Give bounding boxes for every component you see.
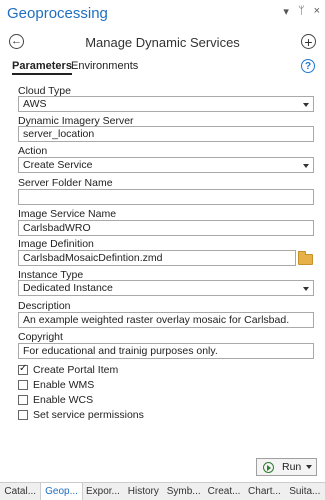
enable-wms-option[interactable]: Enable WMS xyxy=(18,379,94,391)
set-service-permissions-option[interactable]: Set service permissions xyxy=(18,409,144,421)
tool-header: ← Manage Dynamic Services + xyxy=(0,28,325,54)
options-dropdown-icon[interactable]: ▾ xyxy=(283,5,289,18)
pane-title-bar: Geoprocessing ▾ ᛘ × xyxy=(0,0,325,26)
enable-wcs-checkbox[interactable] xyxy=(18,395,28,405)
enable-wcs-label: Enable WCS xyxy=(33,394,94,406)
set-service-permissions-label: Set service permissions xyxy=(33,409,144,421)
tab-suitability[interactable]: Suita... xyxy=(285,483,325,500)
image-service-name-label: Image Service Name xyxy=(18,208,117,220)
bottom-pane-tabs: Catal... Geop... Expor... History Symb..… xyxy=(0,482,325,500)
tab-catalog[interactable]: Catal... xyxy=(0,483,40,500)
server-folder-name-input[interactable] xyxy=(18,189,314,205)
enable-wcs-option[interactable]: Enable WCS xyxy=(18,394,93,406)
cloud-type-select[interactable]: AWS xyxy=(18,96,314,112)
copyright-label: Copyright xyxy=(18,331,63,343)
set-service-permissions-checkbox[interactable] xyxy=(18,410,28,420)
description-input[interactable]: An example weighted raster overlay mosai… xyxy=(18,312,314,328)
enable-wms-label: Enable WMS xyxy=(33,379,95,391)
tool-tabs: Parameters Environments ? xyxy=(0,58,325,78)
pane-controls: ▾ ᛘ × xyxy=(283,5,320,18)
browse-folder-icon[interactable] xyxy=(298,251,313,265)
image-service-name-input[interactable]: CarlsbadWRO xyxy=(18,220,314,236)
enable-wms-checkbox[interactable] xyxy=(18,380,28,390)
tab-history[interactable]: History xyxy=(123,483,163,500)
action-label: Action xyxy=(18,145,48,157)
create-portal-item-option[interactable]: Create Portal Item xyxy=(18,363,119,376)
run-options-chevron-down-icon[interactable] xyxy=(306,465,312,469)
create-portal-item-label: Create Portal Item xyxy=(33,364,119,376)
run-button[interactable]: Run xyxy=(256,458,317,476)
tool-title: Manage Dynamic Services xyxy=(85,35,240,50)
run-label: Run xyxy=(282,461,302,473)
action-select[interactable]: Create Service xyxy=(18,157,314,173)
tab-environments[interactable]: Environments xyxy=(71,60,138,72)
run-play-icon xyxy=(263,461,274,473)
tab-symbology[interactable]: Symb... xyxy=(164,483,204,500)
tab-export[interactable]: Expor... xyxy=(83,483,123,500)
close-icon[interactable]: × xyxy=(314,5,320,18)
dynamic-imagery-server-input[interactable]: server_location xyxy=(18,126,314,142)
image-definition-input[interactable]: CarlsbadMosaicDefintion.zmd xyxy=(18,250,296,266)
pin-icon[interactable]: ᛘ xyxy=(298,5,305,18)
tab-chart[interactable]: Chart... xyxy=(244,483,284,500)
plus-icon[interactable]: + xyxy=(301,34,316,49)
instance-type-select[interactable]: Dedicated Instance xyxy=(18,280,314,296)
create-portal-item-checkbox[interactable] xyxy=(18,363,28,375)
tab-parameters[interactable]: Parameters xyxy=(12,60,72,75)
copyright-input[interactable]: For educational and trainig purposes onl… xyxy=(18,343,314,359)
help-icon[interactable]: ? xyxy=(301,59,315,73)
tab-geoprocessing[interactable]: Geop... xyxy=(40,483,83,500)
pane-title: Geoprocessing xyxy=(7,4,108,22)
server-folder-name-label: Server Folder Name xyxy=(18,177,113,189)
description-label: Description xyxy=(18,300,71,312)
tab-create[interactable]: Creat... xyxy=(204,483,244,500)
image-definition-label: Image Definition xyxy=(18,238,94,250)
